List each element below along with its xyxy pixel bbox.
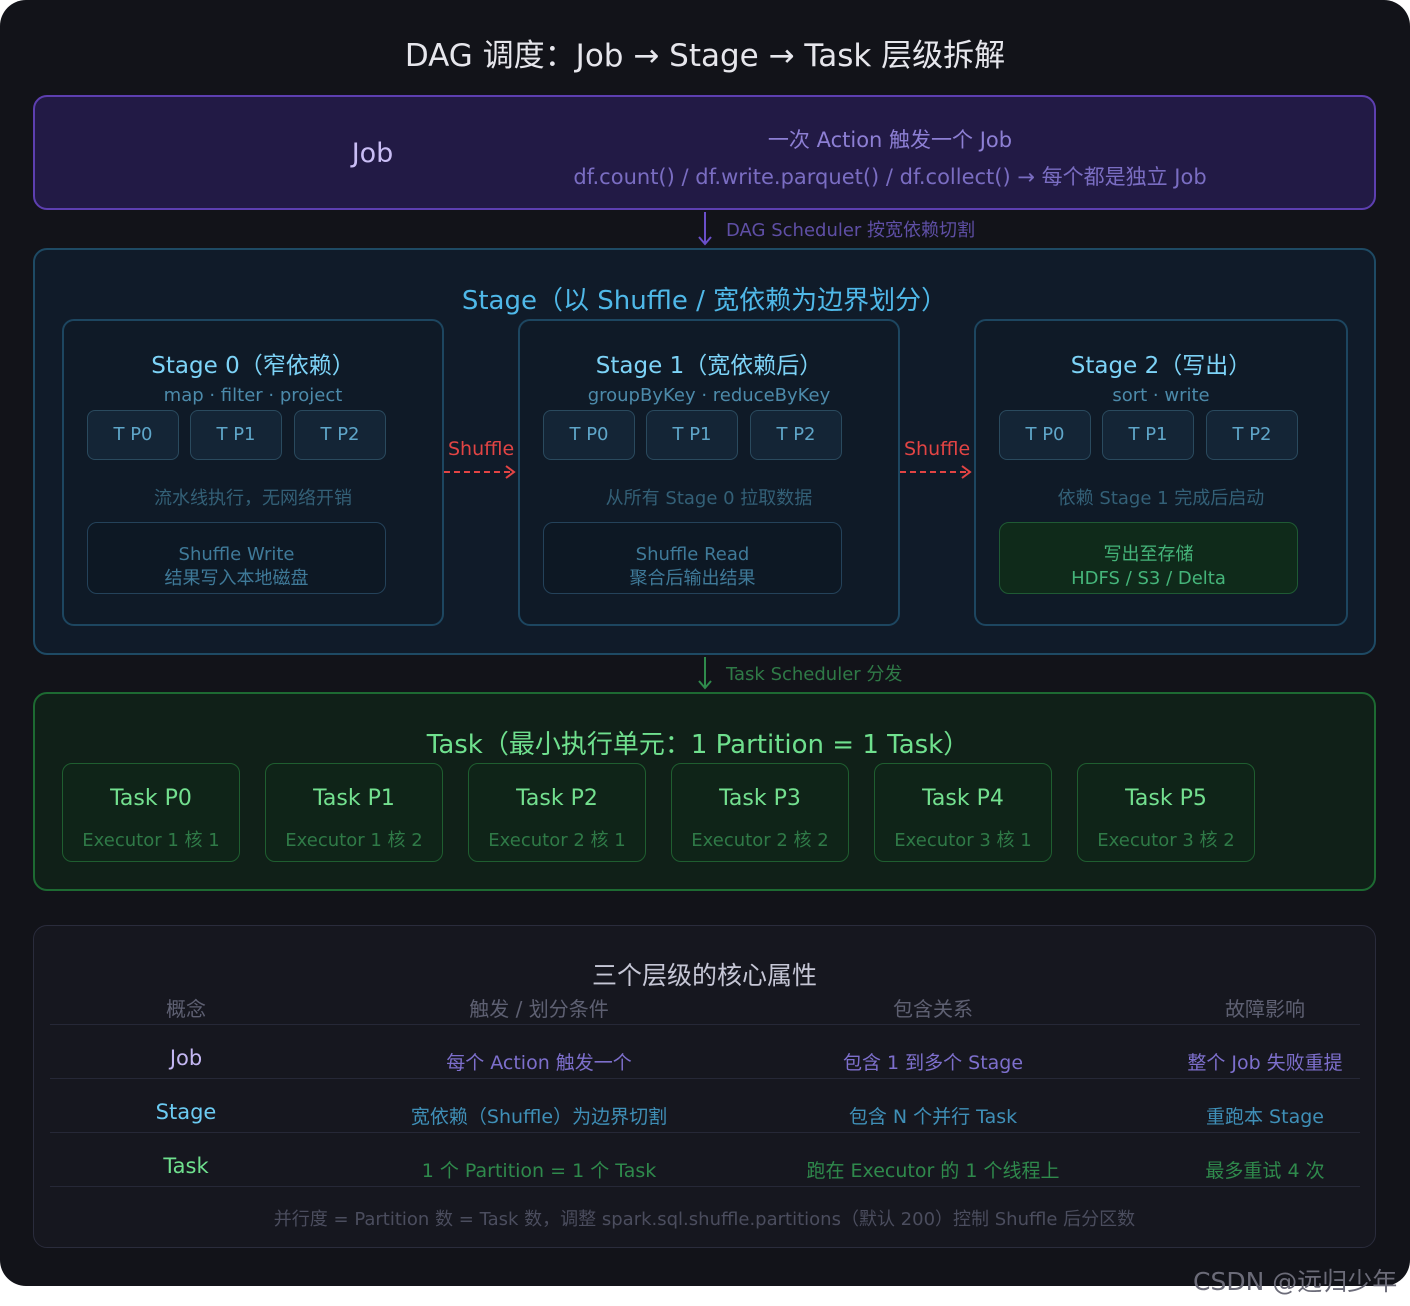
stage-2-title: Stage 2（写出） (1070, 353, 1252, 379)
table-row-stage-concept: Stage (155, 1100, 217, 1124)
stage-0-title: Stage 0（窄依赖） (151, 353, 355, 379)
task-p3-executor: Executor 2 核 2 (691, 830, 829, 851)
stage-1-task-p2: T P2 (750, 410, 842, 460)
stage-1-ops: groupByKey · reduceByKey (587, 385, 831, 406)
stage-0-shuffle-write-box: Shuffle Write 结果写入本地磁盘 (87, 522, 386, 594)
task-p2-executor: Executor 2 核 1 (488, 830, 626, 851)
stage-0-ops: map · filter · project (163, 385, 343, 406)
stage-0-sub-line1: Shuffle Write (178, 544, 295, 565)
csdn-watermark: CSDN @远归少年 (1193, 1267, 1398, 1296)
task-p5-executor: Executor 3 核 2 (1097, 830, 1235, 851)
task-scheduler-label: Task Scheduler 分发 (726, 664, 903, 685)
table-header-failure: 故障影响 (1225, 997, 1305, 1021)
table-row-task-trigger: 1 个 Partition = 1 个 Task (421, 1160, 657, 1182)
task-p2-name: Task P2 (516, 786, 598, 811)
diagram-title: DAG 调度：Job → Stage → Task 层级拆解 (404, 38, 1006, 74)
task-p0-executor: Executor 1 核 1 (82, 830, 220, 851)
task-p1-name: Task P1 (313, 786, 395, 811)
shuffle-arrow-2 (900, 465, 972, 479)
stage-1-note: 从所有 Stage 0 拉取数据 (605, 488, 813, 509)
task-scheduler-arrow (698, 657, 712, 690)
table-row-stage-contains: 包含 N 个并行 Task (848, 1106, 1018, 1128)
stage-1-shuffle-read-box: Shuffle Read 聚合后输出结果 (543, 522, 842, 594)
table-row-stage-trigger: 宽依赖（Shuffle）为边界切割 (410, 1106, 668, 1128)
job-label: Job (351, 138, 394, 169)
table-header-concept: 概念 (166, 997, 206, 1021)
table-footnote: 并行度 = Partition 数 = Task 数，调整 spark.sql.… (273, 1209, 1136, 1230)
stage-2-task-p2: T P2 (1206, 410, 1298, 460)
table-row-stage-failure: 重跑本 Stage (1206, 1106, 1324, 1128)
table-row-task-failure: 最多重试 4 次 (1205, 1160, 1325, 1182)
table-divider (50, 1132, 1360, 1133)
table-divider (50, 1024, 1360, 1025)
task-section-title: Task（最小执行单元：1 Partition = 1 Task） (426, 730, 970, 760)
shuffle-arrow-1 (444, 465, 516, 479)
table-divider (50, 1186, 1360, 1187)
task-p4-executor: Executor 3 核 1 (894, 830, 1032, 851)
stage-2-task-p0: T P0 (999, 410, 1091, 460)
shuffle-label-1: Shuffle (448, 438, 515, 460)
dag-scheduler-label: DAG Scheduler 按宽依赖切割 (726, 220, 976, 241)
table-header-trigger: 触发 / 划分条件 (469, 997, 609, 1021)
task-p0-name: Task P0 (110, 786, 192, 811)
stage-2-note: 依赖 Stage 1 完成后启动 (1057, 488, 1265, 509)
dag-scheduler-arrow (698, 212, 712, 246)
task-p5-name: Task P5 (1125, 786, 1207, 811)
table-divider (50, 1078, 1360, 1079)
stage-2-sub-line1: 写出至存储 (1103, 544, 1194, 565)
stage-0-task-p1: T P1 (190, 410, 282, 460)
stage-0-task-p0: T P0 (87, 410, 179, 460)
stage-section-title: Stage（以 Shuffle / 宽依赖为边界划分） (461, 286, 948, 316)
task-p1-executor: Executor 1 核 2 (285, 830, 423, 851)
stage-0-sub-line2: 结果写入本地磁盘 (164, 568, 309, 589)
stage-1-task-p0: T P0 (543, 410, 635, 460)
stage-1-task-p1: T P1 (646, 410, 738, 460)
table-row-job-trigger: 每个 Action 触发一个 (446, 1052, 632, 1074)
stage-1-sub-line1: Shuffle Read (635, 544, 750, 565)
task-p4-name: Task P4 (922, 786, 1004, 811)
table-row-job-contains: 包含 1 到多个 Stage (842, 1052, 1024, 1074)
task-p3-name: Task P3 (719, 786, 801, 811)
table-row-task-contains: 跑在 Executor 的 1 个线程上 (806, 1160, 1060, 1182)
stage-2-storage-box: 写出至存储 HDFS / S3 / Delta (999, 522, 1298, 594)
table-row-job-failure: 整个 Job 失败重提 (1187, 1052, 1343, 1074)
job-example: df.count() / df.write.parquet() / df.col… (573, 165, 1207, 189)
table-row-task-concept: Task (163, 1154, 209, 1178)
properties-table-title: 三个层级的核心属性 (591, 961, 817, 990)
stage-2-sub-line2: HDFS / S3 / Delta (1071, 568, 1226, 589)
stage-2-task-p1: T P1 (1102, 410, 1194, 460)
table-header-contains: 包含关系 (893, 997, 973, 1021)
stage-1-sub-line2: 聚合后输出结果 (629, 568, 756, 589)
stage-0-task-p2: T P2 (294, 410, 386, 460)
stage-0-note: 流水线执行，无网络开销 (154, 488, 352, 509)
table-row-job-concept: Job (169, 1046, 203, 1070)
stage-2-ops: sort · write (1112, 385, 1210, 406)
shuffle-label-2: Shuffle (904, 438, 971, 460)
job-description: 一次 Action 触发一个 Job (767, 128, 1013, 152)
stage-1-title: Stage 1（宽依赖后） (595, 353, 823, 379)
